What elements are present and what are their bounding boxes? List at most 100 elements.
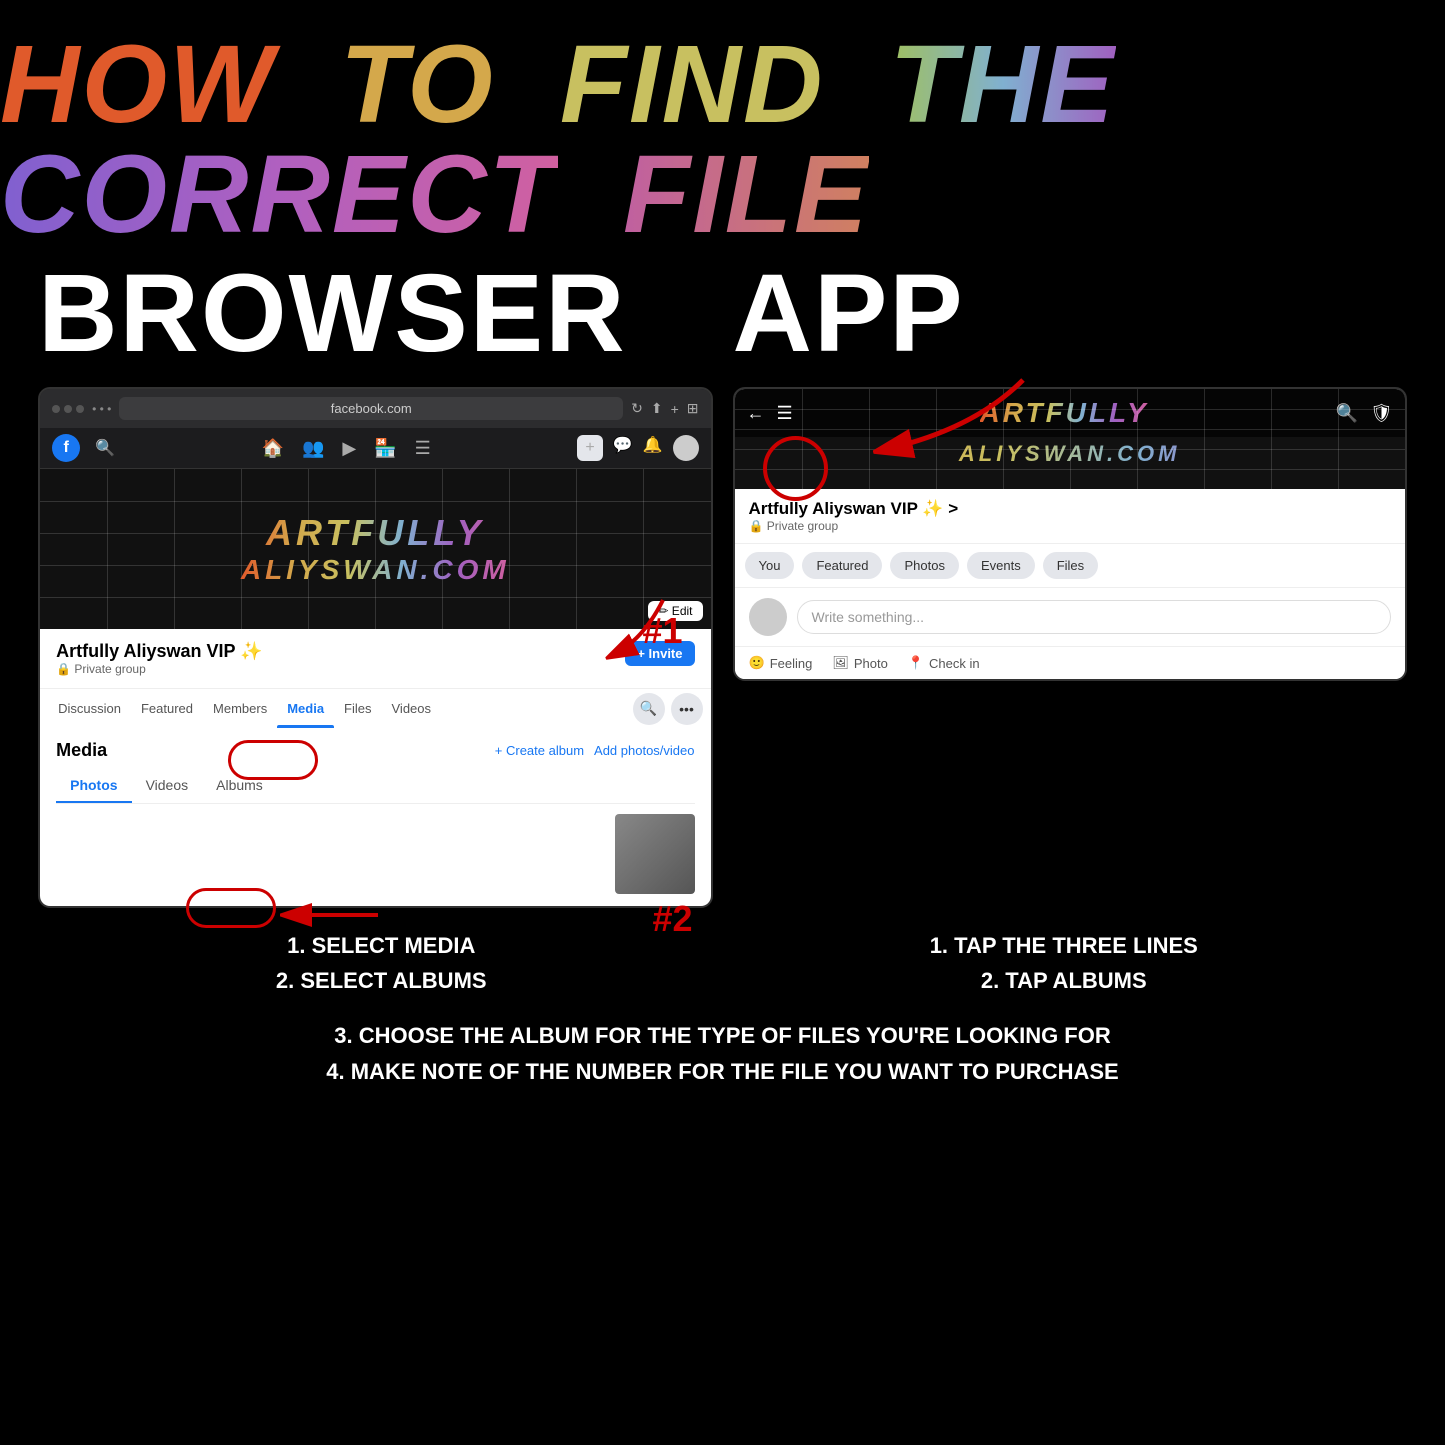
add-tab-icon[interactable]: + (671, 401, 679, 417)
app-grid-v8 (1271, 389, 1272, 489)
facebook-icon: f (52, 434, 80, 462)
shared-step-3: 3. CHOOSE THE ALBUM FOR THE TYPE OF FILE… (40, 1018, 1405, 1053)
title-file: FILE (623, 133, 869, 256)
nav-icons: 🏠 👥 ▶ 🏪 ☰ (262, 438, 431, 459)
menu-icon[interactable]: ☰ (415, 438, 431, 459)
app-tabs: You Featured Photos Events Files (735, 544, 1405, 588)
app-user-avatar (749, 598, 787, 636)
plus-icon[interactable]: + (577, 435, 602, 461)
feeling-label: Feeling (770, 656, 813, 671)
marketplace-icon[interactable]: 🏪 (374, 438, 396, 459)
reload-icon[interactable]: ↻ (631, 400, 643, 417)
grid-icon[interactable]: ⊞ (687, 400, 699, 417)
app-mockup: ← ☰ ARTFULLY 🔍 🛡 ALIYSWAN.COM (733, 387, 1407, 681)
tab-media[interactable]: Media (277, 689, 334, 728)
albums-tab[interactable]: Albums (202, 769, 277, 803)
app-panel: APP (733, 250, 1407, 908)
bell-icon[interactable]: 🔔 (643, 435, 663, 461)
cover-aliyswan: ALIYSWAN.COM (241, 554, 510, 586)
tab-actions: 🔍 ••• (633, 689, 703, 728)
app-grid-v3 (936, 389, 937, 489)
add-photos-btn[interactable]: Add photos/video (594, 743, 694, 758)
edit-button[interactable]: ✏ Edit (648, 601, 702, 621)
grid-v1 (107, 469, 108, 629)
tab-discussion[interactable]: Discussion (48, 689, 131, 728)
feeling-icon: 🙂 (749, 655, 765, 671)
browser-group-tabs: Discussion Featured Members Media Files … (40, 688, 710, 728)
app-tab-files[interactable]: Files (1043, 552, 1098, 579)
browser-dots-center: • • • (92, 402, 111, 416)
browser-profile-info: Artfully Aliyswan VIP ✨ 🔒 Private group … (40, 629, 710, 688)
app-grid-v5 (1070, 389, 1071, 489)
app-tab-photos[interactable]: Photos (890, 552, 958, 579)
app-cover-grid (735, 389, 1405, 489)
feeling-action[interactable]: 🙂 Feeling (749, 655, 813, 671)
tab-videos[interactable]: Videos (382, 689, 442, 728)
browser-private-group: 🔒 Private group (56, 662, 262, 676)
photo-action[interactable]: 🖼 Photo (832, 655, 888, 671)
photo-thumbnail (615, 814, 695, 894)
shared-instructions: 3. CHOOSE THE ALBUM FOR THE TYPE OF FILE… (0, 1018, 1445, 1108)
cover-text: ARTFULLY ALIYSWAN.COM (241, 512, 510, 586)
app-header-area: ← ☰ ARTFULLY 🔍 🛡 ALIYSWAN.COM (735, 389, 1405, 489)
app-group-name: Artfully Aliyswan VIP ✨ > (749, 499, 1391, 519)
media-header: Media + Create album Add photos/video (56, 740, 694, 761)
app-grid-v7 (1204, 389, 1205, 489)
write-something-input[interactable]: Write something... (797, 600, 1391, 634)
checkin-action[interactable]: 📍 Check in (908, 655, 980, 671)
title-correct: CORRECT (0, 133, 558, 256)
user-avatar[interactable] (673, 435, 699, 461)
app-tab-events[interactable]: Events (967, 552, 1035, 579)
dot1 (52, 405, 60, 413)
friends-icon[interactable]: 👥 (302, 438, 324, 459)
grid-v2 (174, 469, 175, 629)
photo-label: Photo (854, 656, 888, 671)
page-container: HOW TO FIND THE CORRECT FILE BROWSER • •… (0, 0, 1445, 1445)
messenger-icon[interactable]: 💬 (613, 435, 633, 461)
more-tab-btn[interactable]: ••• (671, 693, 703, 725)
app-grid-v2 (869, 389, 870, 489)
app-tab-featured[interactable]: Featured (802, 552, 882, 579)
search-icon[interactable]: 🔍 (95, 438, 115, 458)
app-tab-you[interactable]: You (745, 552, 795, 579)
app-grid-v4 (1003, 389, 1004, 489)
browser-step-2: 2. SELECT ALBUMS (40, 963, 723, 998)
browser-url[interactable]: facebook.com (119, 397, 623, 420)
app-write-section: Write something... (735, 588, 1405, 646)
app-grid-v6 (1137, 389, 1138, 489)
browser-bar: • • • facebook.com ↻ ⬆ + ⊞ (40, 389, 710, 428)
main-title: HOW TO FIND THE CORRECT FILE (0, 30, 1445, 250)
instructions-row: 1. SELECT MEDIA 2. SELECT ALBUMS 1. TAP … (0, 908, 1445, 1018)
app-grid-v9 (1338, 389, 1339, 489)
create-album-btn[interactable]: + Create album (495, 743, 584, 758)
browser-mockup: • • • facebook.com ↻ ⬆ + ⊞ f 🔍 🏠 👥 ▶ 🏪 (38, 387, 712, 908)
browser-group-name: Artfully Aliyswan VIP ✨ (56, 641, 262, 662)
title-how: HOW (0, 23, 275, 146)
title-the: THE (890, 23, 1116, 146)
title-to: TO (340, 23, 495, 146)
media-section: Media + Create album Add photos/video Ph… (40, 728, 710, 906)
browser-step-1: 1. SELECT MEDIA (40, 928, 723, 963)
home-icon[interactable]: 🏠 (262, 438, 284, 459)
tab-members[interactable]: Members (203, 689, 277, 728)
checkin-label: Check in (929, 656, 980, 671)
nav-right: + 💬 🔔 (577, 435, 698, 461)
app-step-1: 1. TAP THE THREE LINES (723, 928, 1406, 963)
browser-dots (52, 405, 84, 413)
tab-featured[interactable]: Featured (131, 689, 203, 728)
photos-tab[interactable]: Photos (56, 769, 131, 803)
videos-tab[interactable]: Videos (132, 769, 203, 803)
browser-instructions: 1. SELECT MEDIA 2. SELECT ALBUMS (40, 928, 723, 998)
tab-files[interactable]: Files (334, 689, 381, 728)
browser-panel: BROWSER • • • facebook.com ↻ ⬆ + ⊞ (38, 250, 712, 908)
video-icon[interactable]: ▶ (342, 438, 356, 459)
panels-row: BROWSER • • • facebook.com ↻ ⬆ + ⊞ (0, 250, 1445, 908)
search-tab-btn[interactable]: 🔍 (633, 693, 665, 725)
share-icon[interactable]: ⬆ (651, 400, 663, 417)
checkin-icon: 📍 (908, 655, 924, 671)
shared-step-4: 4. MAKE NOTE OF THE NUMBER FOR THE FILE … (40, 1054, 1405, 1089)
media-actions: + Create album Add photos/video (495, 743, 695, 758)
invite-button[interactable]: + Invite (625, 641, 694, 666)
facebook-nav: f 🔍 🏠 👥 ▶ 🏪 ☰ + 💬 🔔 (40, 428, 710, 469)
dot2 (64, 405, 72, 413)
